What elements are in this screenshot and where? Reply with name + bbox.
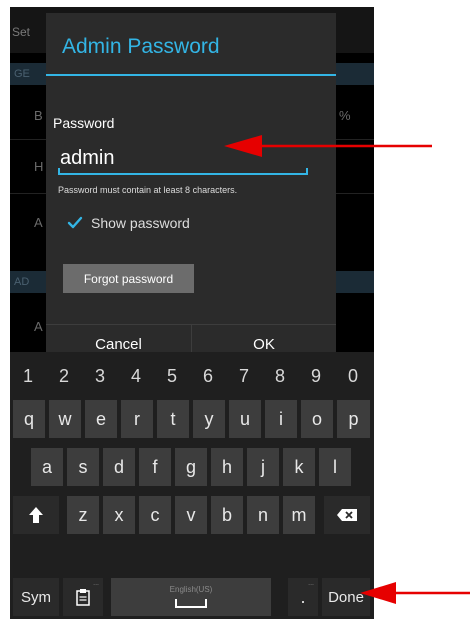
settings-row-letter: A (34, 319, 43, 334)
space-bar-icon (175, 599, 207, 608)
key-k[interactable]: k (283, 448, 315, 486)
backspace-key[interactable] (324, 496, 370, 534)
key-p[interactable]: p (337, 400, 370, 438)
key-j[interactable]: j (247, 448, 279, 486)
key-b[interactable]: b (211, 496, 243, 534)
checkmark-icon[interactable] (67, 215, 83, 231)
key-s[interactable]: s (67, 448, 99, 486)
password-input-underline (58, 173, 308, 175)
key-o[interactable]: o (301, 400, 333, 438)
annotation-arrow-password (224, 135, 432, 157)
sym-key[interactable]: Sym (13, 578, 59, 616)
key-q[interactable]: q (13, 400, 45, 438)
shift-key[interactable] (13, 496, 59, 534)
forgot-password-button[interactable]: Forgot password (63, 264, 194, 293)
space-key[interactable]: English(US) (111, 578, 271, 616)
key-l[interactable]: l (319, 448, 351, 486)
key-t[interactable]: t (157, 400, 189, 438)
key-period-mark: ... (308, 580, 314, 587)
settings-row-percent: % (339, 108, 351, 123)
key-n[interactable]: n (247, 496, 279, 534)
key-8[interactable]: 8 (264, 357, 296, 395)
key-1[interactable]: 1 (12, 357, 44, 395)
settings-row-letter: A (34, 215, 43, 230)
settings-row-letter: H (34, 159, 44, 174)
admin-password-dialog: Admin Password Password Password must co… (46, 13, 336, 355)
key-6[interactable]: 6 (192, 357, 224, 395)
key-i[interactable]: i (265, 400, 297, 438)
key-4[interactable]: 4 (120, 357, 152, 395)
key-5[interactable]: 5 (156, 357, 188, 395)
key-m[interactable]: m (283, 496, 315, 534)
settings-back-label[interactable]: Set (12, 25, 30, 39)
password-input-underline-tick (58, 168, 60, 174)
key-9[interactable]: 9 (300, 357, 332, 395)
key-w[interactable]: w (49, 400, 81, 438)
key-settings-mark: ... (93, 580, 99, 587)
password-input-underline-tick (306, 168, 308, 174)
section-header-label: GE (14, 68, 30, 80)
key-0[interactable]: 0 (336, 357, 370, 395)
key-f[interactable]: f (139, 448, 171, 486)
key-e[interactable]: e (85, 400, 117, 438)
key-c[interactable]: c (139, 496, 171, 534)
key-h[interactable]: h (211, 448, 243, 486)
dialog-title: Admin Password (62, 35, 220, 58)
settings-row-letter: B (34, 108, 43, 123)
key-r[interactable]: r (121, 400, 153, 438)
key-2[interactable]: 2 (48, 357, 80, 395)
period-key[interactable]: ... . (288, 578, 318, 616)
clipboard-key[interactable]: ... (63, 578, 103, 616)
key-u[interactable]: u (229, 400, 261, 438)
key-d[interactable]: d (103, 448, 135, 486)
key-a[interactable]: a (31, 448, 63, 486)
annotation-arrow-done (360, 582, 470, 604)
password-hint: Password must contain at least 8 charact… (58, 185, 238, 195)
key-v[interactable]: v (175, 496, 207, 534)
key-x[interactable]: x (103, 496, 135, 534)
clipboard-icon (76, 589, 90, 606)
section-header-label: AD (14, 276, 30, 288)
key-z[interactable]: z (67, 496, 99, 534)
dialog-title-divider (46, 74, 336, 76)
key-3[interactable]: 3 (84, 357, 116, 395)
key-7[interactable]: 7 (228, 357, 260, 395)
soft-keyboard: 1 2 3 4 5 6 7 8 9 0 q w e r t y u i o p … (10, 352, 374, 619)
backspace-icon (337, 509, 357, 521)
period-key-label: . (300, 586, 306, 607)
show-password-label[interactable]: Show password (91, 215, 190, 231)
phone-screen: Set GE B % H A AD A Admin Password Passw… (10, 7, 374, 619)
key-y[interactable]: y (193, 400, 225, 438)
key-g[interactable]: g (175, 448, 207, 486)
shift-arrow-icon (29, 507, 43, 523)
password-label: Password (53, 115, 115, 131)
space-language-label: English(US) (169, 585, 213, 594)
